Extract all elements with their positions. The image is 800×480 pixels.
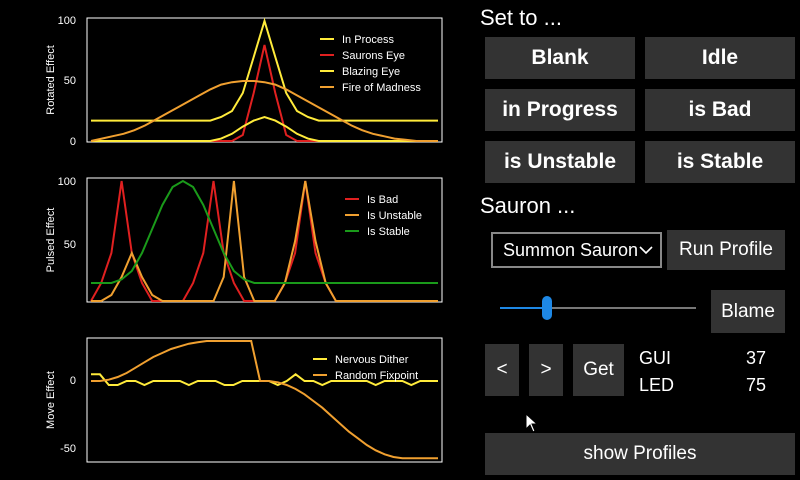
is-stable-button[interactable]: is Stable (645, 141, 795, 183)
legend-label: Blazing Eye (342, 66, 400, 78)
led-value: 75 (746, 375, 767, 395)
next-button[interactable]: > (529, 344, 563, 396)
show-profiles-button[interactable]: show Profiles (485, 433, 795, 475)
in-progress-button[interactable]: in Progress (485, 89, 635, 131)
is-unstable-button[interactable]: is Unstable (485, 141, 635, 183)
idle-button[interactable]: Idle (645, 37, 795, 79)
y-tick-label: 100 (58, 15, 76, 27)
gui-value: 37 (746, 348, 767, 368)
legend-label: In Process (342, 34, 394, 46)
mouse-cursor-icon (525, 412, 539, 438)
legend-label: Is Unstable (367, 210, 422, 222)
run-profile-button[interactable]: Run Profile (667, 230, 785, 270)
profile-select[interactable]: Summon Sauron (491, 232, 662, 268)
is-bad-button[interactable]: is Bad (645, 89, 795, 131)
y-tick-label: 100 (58, 176, 76, 188)
set-to-title: Set to ... (480, 5, 562, 30)
pulsed-effect-plot: Pulsed Effect 100 50 Is Bad Is Unstable Is St… (45, 176, 443, 303)
y-axis-label: Rotated Effect (45, 45, 57, 115)
get-button[interactable]: Get (573, 344, 624, 396)
legend-label: Nervous Dither (335, 354, 409, 366)
move-effect-plot: Move Effect 0 -50 Nervous Dither Random Fixp… (45, 337, 443, 463)
blank-button[interactable]: Blank (485, 37, 635, 79)
gui-label: GUI (639, 348, 672, 368)
y-tick-label: 50 (64, 75, 76, 87)
led-label: LED (639, 375, 675, 395)
y-tick-label: 0 (70, 375, 76, 387)
y-axis-label: Pulsed Effect (45, 208, 57, 273)
profile-select-value: Summon Sauron (503, 239, 639, 260)
pulsed-effect-chart: Pulsed Effect 100 50 Is Bad Is Unstable Is St… (0, 160, 450, 320)
legend-label: Is Stable (367, 226, 410, 238)
previous-button[interactable]: < (485, 344, 519, 396)
legend-label: Random Fixpoint (335, 370, 418, 382)
blame-button[interactable]: Blame (711, 290, 785, 333)
legend-label: Is Bad (367, 194, 398, 206)
sauron-title: Sauron ... (480, 193, 576, 218)
slider-track[interactable] (546, 307, 696, 309)
y-tick-label: 0 (70, 136, 76, 148)
slider-track-filled (500, 307, 546, 309)
y-axis-label: Move Effect (45, 371, 57, 429)
y-tick-label: 50 (64, 239, 76, 251)
move-effect-chart: Move Effect 0 -50 Nervous Dither Random Fixp… (0, 320, 450, 480)
slider-thumb[interactable] (542, 296, 552, 320)
chevron-down-icon (638, 240, 654, 260)
y-tick-label: -50 (60, 443, 76, 455)
rotated-effect-chart: Rotated Effect 100 50 0 In Process Saurons Ey… (0, 0, 450, 160)
rotated-effect-plot: Rotated Effect 100 50 0 In Process Saurons Ey… (45, 15, 443, 148)
legend-label: Fire of Madness (342, 82, 421, 94)
legend-label: Saurons Eye (342, 50, 405, 62)
